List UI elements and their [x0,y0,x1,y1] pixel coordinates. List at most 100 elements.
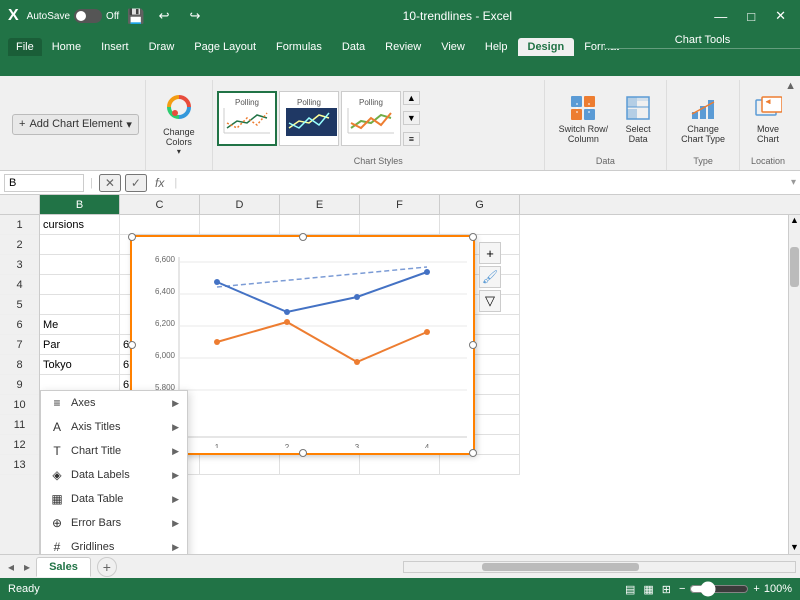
row-header-7[interactable]: 7 [0,335,39,355]
chart-handle-tr[interactable] [469,233,477,241]
chart-handle-mr[interactable] [469,341,477,349]
tab-page-layout[interactable]: Page Layout [184,38,266,56]
row-header-6[interactable]: 6 [0,315,39,335]
cell-d13[interactable] [200,455,280,475]
col-header-d[interactable]: D [200,195,280,214]
undo-btn[interactable]: ↩ [153,6,176,26]
name-box[interactable] [4,174,84,192]
formula-icon[interactable]: fx [151,176,168,190]
col-header-c[interactable]: C [120,195,200,214]
scroll-up-btn[interactable]: ▲ [789,215,800,227]
menu-item-axis-titles[interactable]: A Axis Titles ▶ [41,415,187,439]
tab-insert[interactable]: Insert [91,38,139,56]
scroll-thumb[interactable] [790,247,799,287]
menu-item-gridlines[interactable]: # Gridlines ▶ [41,535,187,554]
cell-d1[interactable] [200,215,280,235]
chart-elements-btn[interactable]: + [479,242,501,264]
tab-review[interactable]: Review [375,38,431,56]
cell-f1[interactable] [360,215,440,235]
formula-expand-btn[interactable]: ▾ [791,177,796,188]
col-header-f[interactable]: F [360,195,440,214]
cell-f13[interactable] [360,455,440,475]
row-header-2[interactable]: 2 [0,235,39,255]
cell-g13[interactable] [440,455,520,475]
row-header-1[interactable]: 1 [0,215,39,235]
cell-b4[interactable] [40,275,120,295]
tab-formulas[interactable]: Formulas [266,38,332,56]
chart-handle-tm[interactable] [299,233,307,241]
page-layout-btn[interactable]: ▦ [643,583,653,596]
chart-handle-bm[interactable] [299,449,307,457]
chart-handle-ml[interactable] [128,341,136,349]
cell-c1[interactable] [120,215,200,235]
chart-styles-btn[interactable]: 🖌 [479,266,501,288]
cell-b8[interactable]: Tokyo [40,355,120,375]
row-header-4[interactable]: 4 [0,275,39,295]
col-header-b[interactable]: B [40,195,120,214]
sheet-tab-sales[interactable]: Sales [36,557,91,577]
chart-style-2[interactable]: Polling [279,91,339,146]
horizontal-scrollbar[interactable] [403,561,796,573]
row-header-5[interactable]: 5 [0,295,39,315]
menu-item-axes[interactable]: ≡ Axes ▶ [41,391,187,415]
cell-b3[interactable] [40,255,120,275]
cell-b6[interactable]: Me [40,315,120,335]
col-header-g[interactable]: G [440,195,520,214]
ribbon-collapse-btn[interactable]: ▲ [783,78,798,94]
scroll-down-btn[interactable]: ▼ [789,542,800,554]
row-header-9[interactable]: 9 [0,375,39,395]
row-header-8[interactable]: 8 [0,355,39,375]
page-break-btn[interactable]: ⊞ [662,583,671,596]
row-header-3[interactable]: 3 [0,255,39,275]
chart-filter-btn[interactable]: ▽ [479,290,501,312]
menu-item-data-table[interactable]: ▦ Data Table ▶ [41,487,187,511]
menu-item-data-labels[interactable]: ◈ Data Labels ▶ [41,463,187,487]
zoom-out-btn[interactable]: − [679,583,685,595]
chart-style-1[interactable]: Polling [217,91,277,146]
tab-draw[interactable]: Draw [139,38,185,56]
cell-g1[interactable] [440,215,520,235]
cancel-formula-btn[interactable]: ✕ [99,174,121,192]
tab-home[interactable]: Home [42,38,91,56]
tab-data[interactable]: Data [332,38,375,56]
tab-file[interactable]: File [8,38,42,56]
redo-btn[interactable]: ↪ [184,6,207,26]
scroll-tabs-left-btn[interactable]: ◂ [4,560,18,574]
cell-e13[interactable] [280,455,360,475]
cell-b1[interactable]: cursions [40,215,120,235]
tab-view[interactable]: View [431,38,475,56]
styles-scroll-up[interactable]: ▲ [403,91,420,105]
change-chart-type-button[interactable]: Change Chart Type [675,91,731,147]
row-header-12[interactable]: 12 [0,435,39,455]
add-chart-element-button[interactable]: + Add Chart Element ▾ [12,114,139,135]
formula-input[interactable] [183,174,787,192]
cell-e1[interactable] [280,215,360,235]
styles-scroll-down[interactable]: ▼ [403,111,420,125]
change-colors-button[interactable]: Change Colors ▾ [154,90,204,159]
cell-b5[interactable] [40,295,120,315]
h-scroll-thumb[interactable] [482,563,638,571]
zoom-slider[interactable] [689,581,749,597]
row-header-11[interactable]: 11 [0,415,39,435]
chart-handle-br[interactable] [469,449,477,457]
cell-b2[interactable] [40,235,120,255]
select-data-button[interactable]: Select Data [618,91,658,147]
tab-help[interactable]: Help [475,38,518,56]
move-chart-button[interactable]: Move Chart [748,91,788,147]
menu-item-chart-title[interactable]: T Chart Title ▶ [41,439,187,463]
autosave-switch[interactable] [74,9,102,23]
tab-design[interactable]: Design [518,38,575,56]
minimize-btn[interactable]: — [708,7,733,26]
normal-view-btn[interactable]: ▤ [625,583,635,596]
save-icon[interactable]: 💾 [127,8,144,25]
close-btn[interactable]: ✕ [769,6,792,26]
add-sheet-button[interactable]: + [97,557,117,577]
confirm-formula-btn[interactable]: ✓ [125,174,147,192]
menu-item-error-bars[interactable]: ⊕ Error Bars ▶ [41,511,187,535]
cell-b7[interactable]: Par [40,335,120,355]
chart-style-3[interactable]: Polling [341,91,401,146]
row-header-10[interactable]: 10 [0,395,39,415]
styles-more[interactable]: ≡ [403,132,420,146]
maximize-btn[interactable]: □ [741,7,761,26]
scroll-tabs-right-btn[interactable]: ▸ [20,560,34,574]
